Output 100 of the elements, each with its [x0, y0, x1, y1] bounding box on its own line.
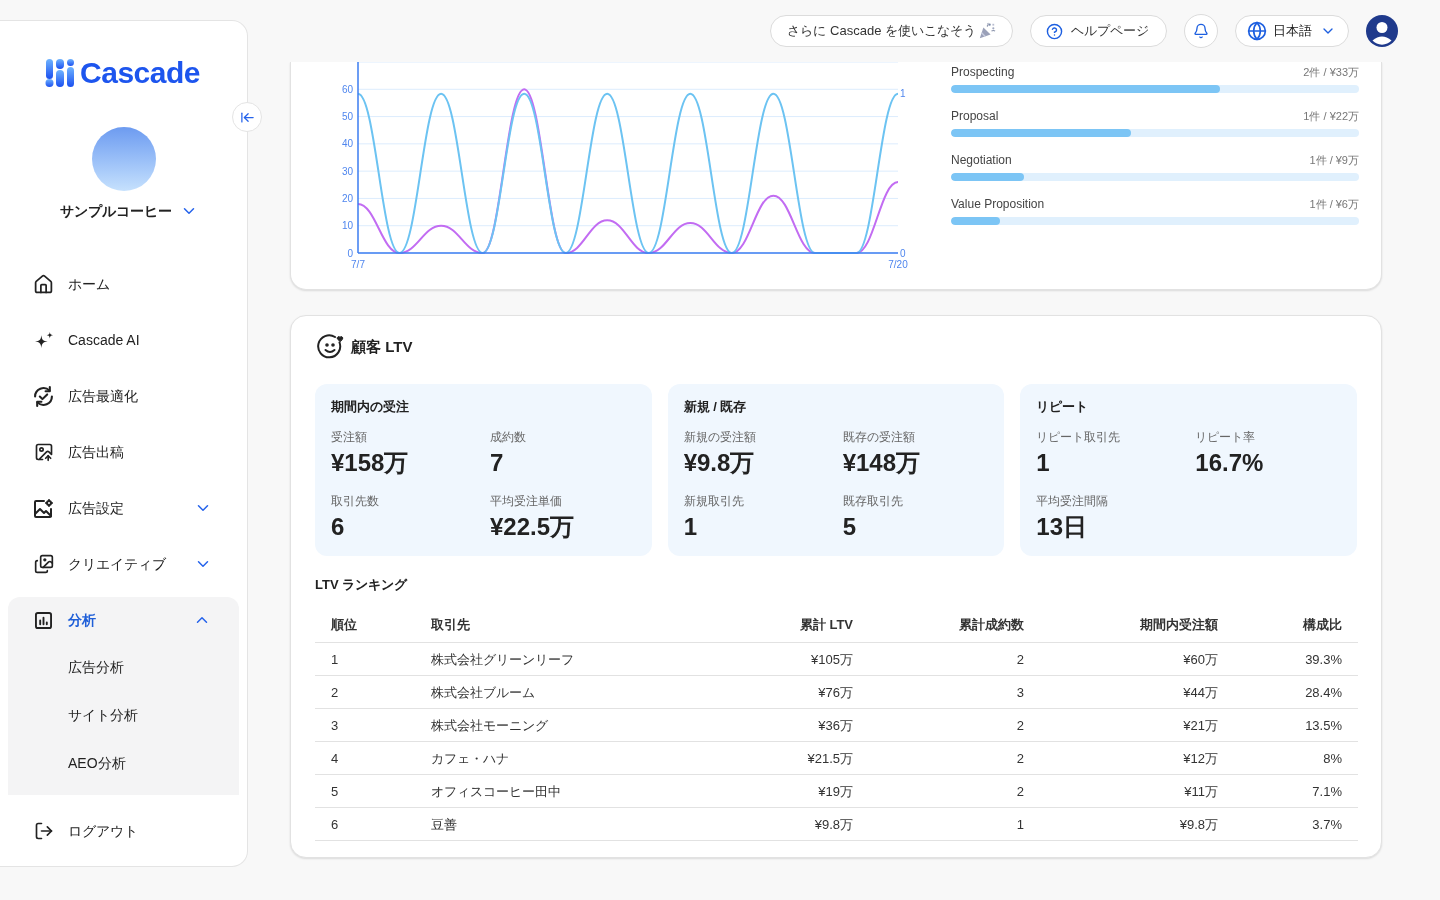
smile-heart-icon: [317, 333, 345, 361]
column-header: 累計 LTV: [700, 606, 869, 643]
house-icon: [33, 273, 54, 295]
table-cell: ¥44万: [1040, 676, 1234, 709]
column-header: 構成比: [1234, 606, 1358, 643]
stat-value: ¥148万: [842, 449, 922, 477]
globe-icon: [1247, 21, 1267, 41]
card-title: 顧客 LTV: [351, 336, 413, 357]
language-selector[interactable]: 日本語: [1235, 15, 1349, 47]
promo-button[interactable]: さらに Cascade を使いこなそう: [770, 15, 1013, 47]
table-cell: ¥105万: [700, 643, 869, 676]
logout-icon: [33, 821, 54, 841]
table-cell: 2: [869, 709, 1040, 742]
nav-item[interactable]: 広告設定: [0, 480, 247, 536]
axis-tick-label: 7/20: [888, 259, 908, 270]
image-gear-icon: [34, 498, 53, 518]
bar-chart-icon: [35, 611, 52, 629]
table-cell: 28.4%: [1234, 676, 1358, 709]
stat-value: 7: [490, 449, 505, 477]
column-header: 順位: [315, 606, 415, 643]
nav-subitem[interactable]: AEO分析: [8, 739, 239, 787]
stage-summary: 1件 / ¥22万: [1303, 108, 1359, 124]
nav-item[interactable]: クリエイティブ: [0, 536, 247, 592]
help-icon: [1046, 22, 1063, 40]
section-title: LTV ランキング: [315, 576, 409, 594]
table-cell: オフィスコーヒー田中: [415, 775, 700, 808]
axis-tick-label: 10: [341, 220, 353, 232]
nav-item[interactable]: 広告最適化: [0, 368, 247, 424]
table-cell: ¥11万: [1040, 775, 1234, 808]
stat-label: 既存取引先: [842, 493, 904, 509]
stage-summary: 1件 / ¥6万: [1309, 196, 1359, 212]
table-cell: ¥36万: [700, 709, 869, 742]
axis-tick-label: 40: [341, 138, 353, 150]
axis-tick-label: 7/7: [351, 259, 365, 270]
stage-summary: 1件 / ¥9万: [1309, 152, 1359, 168]
party-popper-icon: [978, 22, 996, 40]
account-switcher[interactable]: サンプルコーヒー: [0, 199, 247, 223]
table-cell: 4: [315, 742, 415, 775]
table-cell: 3: [315, 709, 415, 742]
axis-tick-label: 20: [341, 192, 353, 204]
image-upload-icon: [33, 442, 54, 462]
table-cell: 株式会社グリーンリーフ: [415, 643, 700, 676]
stat-label: 新規取引先: [683, 493, 745, 509]
table-cell: 39.3%: [1234, 643, 1358, 676]
axis-tick-label: 50: [341, 111, 353, 123]
axis-tick-label: 0: [347, 247, 353, 259]
table-cell: ¥9.8万: [700, 808, 869, 841]
table-cell: 2: [869, 643, 1040, 676]
stat-value: 6: [331, 513, 346, 541]
table-cell: 1: [869, 808, 1040, 841]
stat-value: 1: [1036, 449, 1051, 477]
table-cell: 8%: [1234, 742, 1358, 775]
brand-logo-text: Cascade: [80, 57, 200, 89]
table-cell: 株式会社モーニング: [415, 709, 700, 742]
refresh-check-icon: [33, 385, 54, 407]
nav-subitem[interactable]: サイト分析: [8, 691, 239, 739]
axis-tick-label: 30: [341, 165, 353, 177]
logo-icon: [45, 58, 76, 88]
table-cell: ¥76万: [700, 676, 869, 709]
column-header: 期間内受注額: [1040, 606, 1234, 643]
column-header: 累計成約数: [869, 606, 1040, 643]
table-cell: 2: [869, 775, 1040, 808]
nav-subitem[interactable]: 広告分析: [8, 643, 239, 691]
stat-value: 5: [842, 513, 857, 541]
table-cell: ¥21万: [1040, 709, 1234, 742]
bell-icon: [1193, 23, 1209, 39]
user-avatar-icon[interactable]: [1366, 15, 1398, 47]
stat-label: 成約数: [490, 429, 527, 445]
nav-item[interactable]: 広告出稿: [0, 424, 247, 480]
table-cell: 豆善: [415, 808, 700, 841]
column-header: 取引先: [415, 606, 700, 643]
logout-button[interactable]: ログアウト: [0, 803, 247, 859]
table-cell: 6: [315, 808, 415, 841]
table-cell: 2: [315, 676, 415, 709]
stat-label: 取引先数: [331, 493, 380, 509]
stat-label: リピート取引先: [1036, 429, 1122, 445]
notifications-button[interactable]: [1184, 14, 1218, 48]
nav-item[interactable]: Cascade AI: [0, 312, 247, 368]
axis-tick-label: 0: [900, 247, 906, 259]
stat-value: ¥9.8万: [683, 449, 756, 477]
table-cell: ¥60万: [1040, 643, 1234, 676]
table-cell: ¥12万: [1040, 742, 1234, 775]
table-cell: 5: [315, 775, 415, 808]
sparkles-icon: [34, 332, 53, 348]
stat-label: 受注額: [331, 429, 368, 445]
table-cell: 7.1%: [1234, 775, 1358, 808]
stage-label: Negotiation: [951, 152, 1012, 169]
stage-label: Prospecting: [951, 64, 1015, 81]
nav-item[interactable]: 分析: [8, 597, 239, 643]
table-cell: ¥9.8万: [1040, 808, 1234, 841]
stage-label: Proposal: [951, 108, 999, 125]
axis-tick-label: 60: [341, 83, 353, 95]
stat-group-title: 新規 / 既存: [683, 399, 748, 415]
help-button[interactable]: ヘルプページ: [1030, 15, 1167, 47]
stat-group-title: リピート: [1036, 399, 1090, 415]
axis-tick-label: 1: [900, 88, 906, 100]
table-cell: 13.5%: [1234, 709, 1358, 742]
table-cell: 3.7%: [1234, 808, 1358, 841]
images-icon: [33, 554, 54, 574]
nav-item[interactable]: ホーム: [0, 256, 247, 312]
